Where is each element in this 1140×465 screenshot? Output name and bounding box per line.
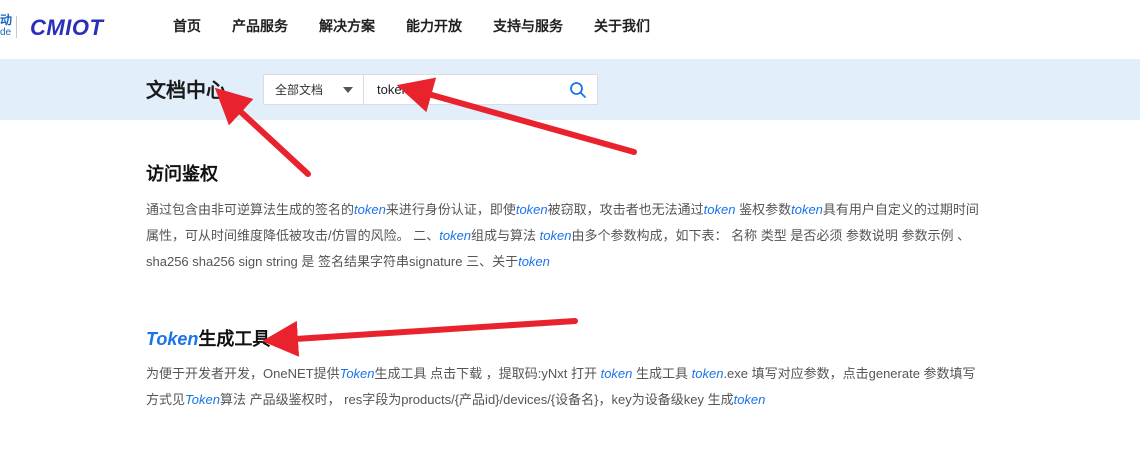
result-snippet-text: 为便于开发者开发，OneNET提供 bbox=[146, 366, 340, 381]
nav-item-solutions[interactable]: 解决方案 bbox=[319, 16, 375, 36]
result-snippet-highlight: token bbox=[600, 366, 633, 381]
annotation-arrow-3 bbox=[262, 318, 578, 357]
result-title-text: 生成工具 bbox=[198, 329, 271, 349]
result-snippet-text: 来进行身份认证，即使 bbox=[385, 202, 516, 217]
result-snippet-text: 组成与算法 bbox=[471, 228, 540, 243]
result-snippet-highlight: Token bbox=[339, 366, 375, 381]
caret-down-icon bbox=[343, 87, 353, 93]
scope-dropdown[interactable]: 全部文档 bbox=[264, 75, 364, 104]
result-snippet-highlight: token bbox=[539, 228, 572, 243]
result-snippet-text: 生成工具 bbox=[632, 366, 692, 381]
main-nav: 首页 产品服务 解决方案 能力开放 支持与服务 关于我们 bbox=[173, 16, 681, 36]
result-title-2[interactable]: Token生成工具 bbox=[146, 327, 270, 351]
svg-text:CMIOT: CMIOT bbox=[30, 15, 104, 39]
nav-item-support[interactable]: 支持与服务 bbox=[493, 16, 563, 36]
result-snippet-highlight: token bbox=[703, 202, 736, 217]
nav-item-about[interactable]: 关于我们 bbox=[594, 16, 650, 36]
result-snippet-highlight: token bbox=[354, 202, 386, 217]
result-snippet-2: 为便于开发者开发，OneNET提供Token生成工具 点击下载 ，提取码:yNx… bbox=[146, 361, 986, 413]
result-snippet-text: 生成工具 点击下载 ，提取码:yNxt 打开 bbox=[374, 366, 601, 381]
partner-logo-text-top: 动 bbox=[0, 13, 13, 27]
result-snippet-highlight: token bbox=[791, 202, 823, 217]
result-snippet-highlight: token bbox=[691, 366, 724, 381]
top-navbar: 动 de CMIOT 首页 产品服务 解决方案 能力开放 支持与服务 关于我们 bbox=[0, 0, 1140, 54]
nav-item-home[interactable]: 首页 bbox=[173, 16, 201, 36]
result-title-1[interactable]: 访问鉴权 bbox=[146, 162, 218, 186]
result-snippet-highlight: token bbox=[439, 228, 472, 243]
search-input[interactable] bbox=[364, 75, 554, 104]
nav-item-capabilities[interactable]: 能力开放 bbox=[406, 16, 462, 36]
result-snippet-highlight: token bbox=[515, 202, 548, 217]
result-title-highlight: Token bbox=[146, 329, 199, 349]
scope-selected-label: 全部文档 bbox=[275, 83, 324, 97]
search-icon[interactable] bbox=[569, 81, 587, 99]
partner-logo-fragment: 动 de bbox=[0, 13, 13, 40]
result-snippet-1: 通过包含由非可逆算法生成的签名的token来进行身份认证，即使token被窃取，… bbox=[146, 197, 986, 275]
logo-divider bbox=[16, 16, 17, 38]
partner-logo-text-bottom: de bbox=[0, 27, 12, 38]
cmiot-logo[interactable]: CMIOT bbox=[30, 15, 130, 39]
nav-item-products[interactable]: 产品服务 bbox=[232, 16, 288, 36]
doc-center-title: 文档中心 bbox=[146, 80, 226, 102]
result-snippet-text: 鉴权参数 bbox=[735, 202, 792, 217]
result-snippet-highlight: Token bbox=[185, 392, 220, 407]
result-snippet-text: 通过包含由非可逆算法生成的签名的 bbox=[146, 202, 355, 217]
doc-search-bar: 全部文档 bbox=[263, 74, 598, 105]
result-snippet-highlight: token bbox=[733, 392, 766, 407]
result-snippet-highlight: token bbox=[518, 254, 550, 269]
result-snippet-text: 被窃取，攻击者也无法通过 bbox=[547, 202, 704, 217]
result-title-text: 访问鉴权 bbox=[146, 164, 218, 184]
result-snippet-text: 算法 产品级鉴权时， res字段为products/{产品id}/devices… bbox=[219, 392, 734, 407]
